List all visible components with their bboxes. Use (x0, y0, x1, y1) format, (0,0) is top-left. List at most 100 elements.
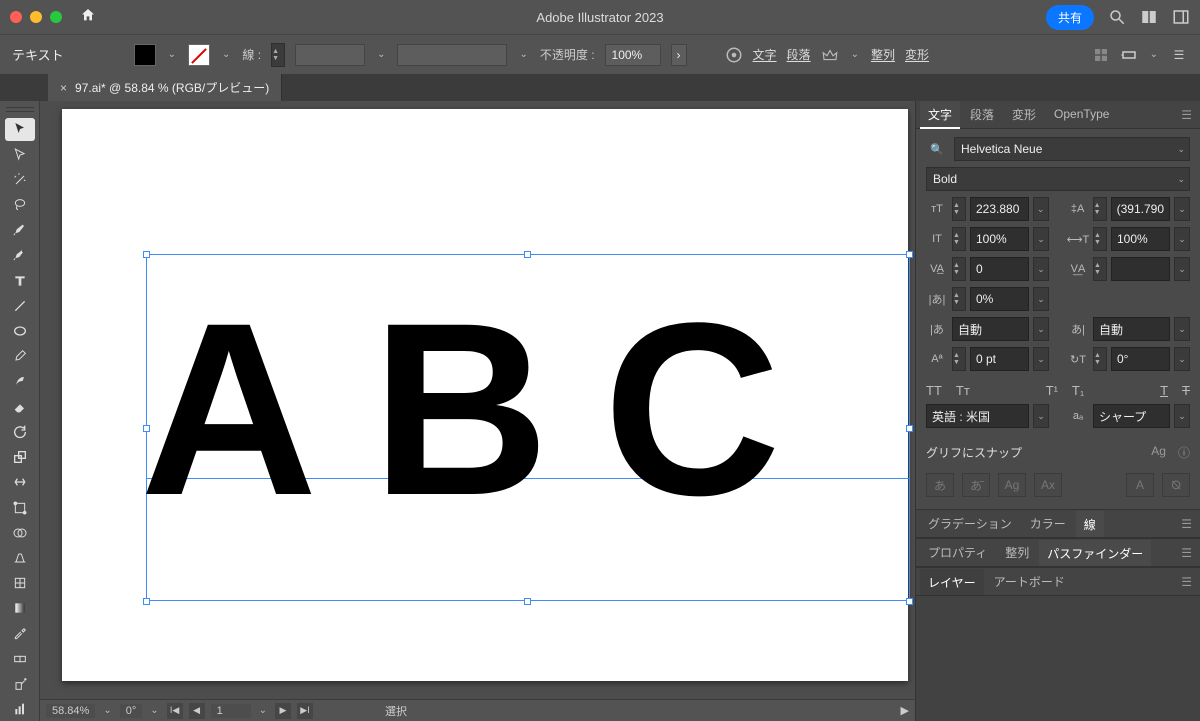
first-artboard-button[interactable]: I◀ (167, 703, 183, 719)
fill-swatch[interactable] (134, 44, 156, 66)
search-icon[interactable] (1108, 8, 1126, 26)
rectangle-tool[interactable] (5, 319, 35, 342)
small-caps-button[interactable]: Tᴛ (956, 383, 970, 398)
chevron-down-icon[interactable]: ⌄ (1033, 347, 1049, 371)
glyph-snap-option[interactable]: あ (926, 473, 954, 497)
stroke-weight-stepper[interactable]: ▲▼ (271, 43, 285, 67)
hscale-field[interactable]: 100% (1111, 227, 1170, 251)
opacity-field[interactable]: 100% (605, 44, 661, 66)
underline-button[interactable]: T (1160, 383, 1168, 398)
canvas[interactable]: ABC 58.84%⌄ 0°⌄ I◀ ◀ 1⌄ ▶ ▶I 選択 ▶ (40, 101, 915, 721)
tab-stroke[interactable]: 線 (1076, 511, 1104, 537)
tab-gradient[interactable]: グラデーション (920, 510, 1020, 538)
glyph-snap-option[interactable]: あ̄ (962, 473, 990, 497)
chevron-down-icon[interactable]: ⌄ (1033, 287, 1049, 311)
blend-tool[interactable] (5, 647, 35, 670)
tracking-field[interactable] (1111, 257, 1170, 281)
opacity-more-button[interactable]: › (671, 44, 687, 66)
baseline-shift-field[interactable]: 0 pt (970, 347, 1029, 371)
selection-handle[interactable] (143, 251, 150, 258)
symbol-sprayer-tool[interactable] (5, 672, 35, 695)
minimize-window-button[interactable] (30, 11, 42, 23)
zoom-field[interactable]: 58.84% (46, 704, 95, 718)
fullscreen-window-button[interactable] (50, 11, 62, 23)
curvature-tool[interactable] (5, 244, 35, 267)
glyph-snap-option[interactable]: A (1126, 473, 1154, 497)
tab-transform[interactable]: 変形 (1004, 101, 1044, 129)
tab-paragraph[interactable]: 段落 (962, 101, 1002, 129)
aki-left-field[interactable]: 自動 (952, 317, 1029, 341)
recolor-icon[interactable] (725, 46, 743, 64)
arrange-documents-icon[interactable] (1140, 8, 1158, 26)
language-field[interactable]: 英語 : 米国 (926, 404, 1029, 428)
document-tab[interactable]: × 97.ai* @ 58.84 % (RGB/プレビュー) (48, 74, 282, 101)
column-graph-tool[interactable] (5, 698, 35, 721)
panel-menu-icon[interactable]: ☰ (1173, 575, 1200, 589)
chevron-down-icon[interactable]: ⌄ (1174, 257, 1190, 281)
chevron-down-icon[interactable]: ⌄ (1174, 227, 1190, 251)
vscale-stepper[interactable]: ▲▼ (952, 227, 966, 251)
rotate-view-field[interactable]: 0° (120, 704, 143, 718)
last-artboard-button[interactable]: ▶I (297, 703, 313, 719)
char-rotation-field[interactable]: 0° (1111, 347, 1170, 371)
shape-builder-tool[interactable] (5, 521, 35, 544)
workspace-icon[interactable] (1172, 8, 1190, 26)
font-size-stepper[interactable]: ▲▼ (952, 197, 966, 221)
aki-right-field[interactable]: 自動 (1093, 317, 1170, 341)
tsume-stepper[interactable]: ▲▼ (952, 287, 966, 311)
tab-align[interactable]: 整列 (997, 539, 1037, 567)
direct-selection-tool[interactable] (5, 143, 35, 166)
tab-properties[interactable]: プロパティ (920, 539, 995, 567)
font-family-field[interactable]: Helvetica Neue⌄ (954, 137, 1190, 161)
share-button[interactable]: 共有 (1046, 5, 1094, 30)
gradient-tool[interactable] (5, 597, 35, 620)
leading-stepper[interactable]: ▲▼ (1093, 197, 1107, 221)
align-to-icon[interactable] (1120, 46, 1138, 64)
glyph-snap-option[interactable]: Ax (1034, 473, 1062, 497)
layers-panel-body[interactable] (916, 596, 1200, 721)
selection-handle[interactable] (524, 251, 531, 258)
baseline-shift-stepper[interactable]: ▲▼ (952, 347, 966, 371)
font-size-field[interactable]: 223.880 (970, 197, 1029, 221)
lasso-tool[interactable] (5, 193, 35, 216)
line-tool[interactable] (5, 294, 35, 317)
chevron-down-icon[interactable]: ⌄ (1174, 347, 1190, 371)
mesh-tool[interactable] (5, 572, 35, 595)
antialias-field[interactable]: シャープ (1093, 404, 1170, 428)
hscale-stepper[interactable]: ▲▼ (1093, 227, 1107, 251)
tab-pathfinder[interactable]: パスファインダー (1039, 540, 1151, 566)
paintbrush-tool[interactable] (5, 345, 35, 368)
panel-menu-icon[interactable]: ☰ (1173, 108, 1200, 122)
transform-link[interactable]: 変形 (905, 46, 929, 63)
pen-tool[interactable] (5, 219, 35, 242)
close-window-button[interactable] (10, 11, 22, 23)
kerning-stepper[interactable]: ▲▼ (952, 257, 966, 281)
tab-character[interactable]: 文字 (920, 101, 960, 129)
chevron-down-icon[interactable]: ⌄ (257, 705, 269, 716)
font-style-field[interactable]: Bold⌄ (926, 167, 1190, 191)
eyedropper-tool[interactable] (5, 622, 35, 645)
selection-handle[interactable] (906, 598, 913, 605)
glyph-snap-option[interactable]: ⦰ (1162, 473, 1190, 497)
stroke-swatch[interactable] (188, 44, 210, 66)
tab-artboards[interactable]: アートボード (986, 568, 1073, 596)
chevron-down-icon[interactable]: ⌄ (849, 49, 861, 60)
rotate-tool[interactable] (5, 420, 35, 443)
crown-icon[interactable] (821, 46, 839, 64)
variable-width-profile[interactable] (397, 44, 507, 66)
tracking-stepper[interactable]: ▲▼ (1093, 257, 1107, 281)
chevron-down-icon[interactable]: ⌄ (1174, 317, 1190, 341)
selection-handle[interactable] (906, 425, 913, 432)
canvas-text-object[interactable]: ABC (140, 287, 835, 533)
tsume-field[interactable]: 0% (970, 287, 1029, 311)
chevron-down-icon[interactable]: ⌄ (517, 49, 529, 60)
toolbar-grip[interactable] (6, 107, 34, 112)
chevron-down-icon[interactable]: ⌄ (166, 49, 178, 60)
tab-layers[interactable]: レイヤー (920, 569, 984, 595)
chevron-down-icon[interactable]: ⌄ (1033, 227, 1049, 251)
tab-opentype[interactable]: OpenType (1046, 102, 1117, 127)
vscale-field[interactable]: 100% (970, 227, 1029, 251)
chevron-down-icon[interactable]: ⌄ (1033, 317, 1049, 341)
shaper-tool[interactable] (5, 370, 35, 393)
chevron-down-icon[interactable]: ⌄ (1148, 49, 1160, 60)
